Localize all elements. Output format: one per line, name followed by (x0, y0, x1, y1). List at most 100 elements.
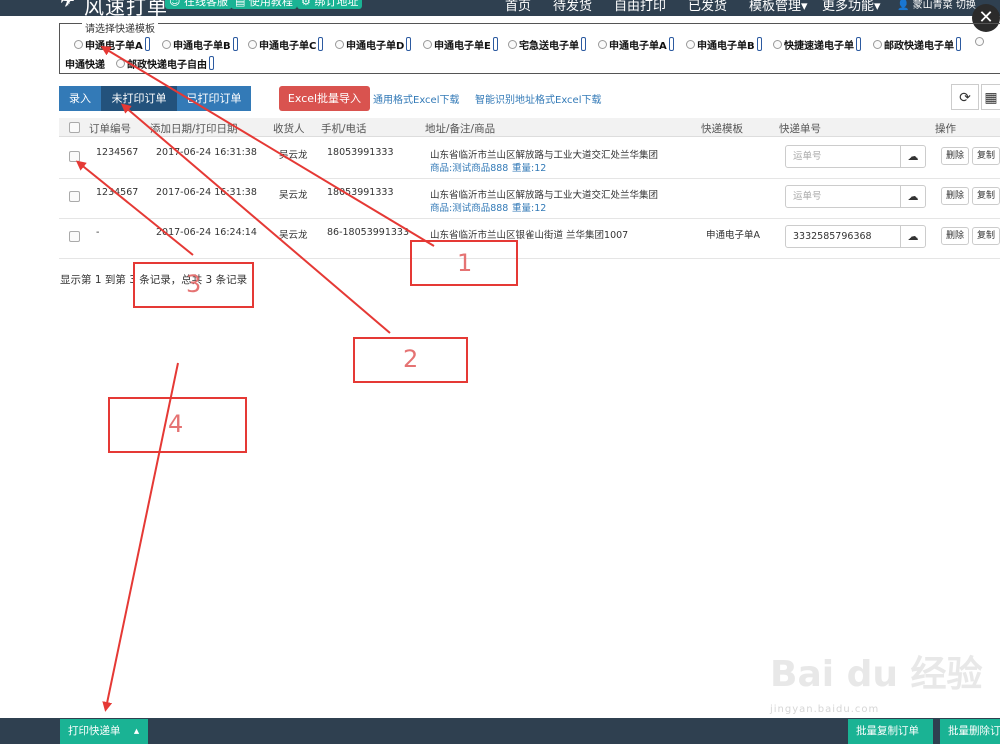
address: 山东省临沂市兰山区银雀山街道 兰华集团1007 (430, 230, 629, 241)
order-no: - (96, 227, 100, 238)
online-support-button[interactable]: ☺ 在线客服 (165, 0, 232, 9)
template-option-sto-c[interactable]: 申通电子单C (248, 37, 324, 52)
delete-button[interactable]: 删除 (941, 187, 970, 205)
template-option-sto-d[interactable]: 申通电子单D (335, 37, 412, 52)
goods: 商品:测试商品888 (430, 203, 509, 214)
template-option-zjs[interactable]: 宅急送电子单 (508, 37, 586, 52)
radio-icon[interactable] (248, 40, 257, 49)
copy-button[interactable]: 复制 (972, 227, 1000, 245)
radio-icon[interactable] (116, 59, 125, 68)
order-date: 2017-06-24 16:31:38 (156, 187, 257, 198)
template-option-ems-free[interactable]: 邮政快递电子自由 (116, 56, 214, 71)
tracking-number-input[interactable] (785, 145, 901, 168)
delete-button[interactable]: 删除 (941, 147, 970, 165)
radio-icon[interactable] (686, 40, 695, 49)
tab-printed[interactable]: 已打印订单 (177, 86, 251, 111)
order-date: 2017-06-24 16:24:14 (156, 227, 257, 238)
address: 山东省临沂市兰山区解放路与工业大道交汇处兰华集团 (430, 150, 659, 161)
annotation-number-1: 1 (457, 249, 473, 277)
cloud-fetch-icon[interactable]: ☁ (900, 185, 926, 208)
receiver: 吴云龙 (279, 150, 308, 161)
template-option-fast[interactable]: 快捷速递电子单 (773, 37, 861, 52)
tab-enter[interactable]: 录入 (59, 86, 101, 111)
user-menu[interactable]: 👤 蒙山青菜 切换 (897, 0, 976, 11)
order-no: 1234567 (96, 187, 139, 198)
radio-icon[interactable] (423, 40, 432, 49)
template-option-sto-b[interactable]: 申通电子单B (162, 37, 238, 52)
template-option-sto-express-label[interactable]: 申通快递 (65, 56, 105, 71)
select-all-checkbox[interactable] (69, 122, 80, 133)
weight: 重量:12 (512, 203, 547, 214)
smart-excel-template-link[interactable]: 智能识别地址格式Excel下载 (475, 91, 602, 106)
phone: 18053991333 (327, 187, 394, 198)
tracking-number-input[interactable] (785, 185, 901, 208)
col-date: 添加日期/打印日期 (150, 123, 238, 135)
nav-shipped[interactable]: 已发货 (688, 0, 727, 14)
refresh-icon[interactable]: ⟳ (951, 84, 979, 110)
address: 山东省临沂市兰山区解放路与工业大道交汇处兰华集团 (430, 190, 659, 201)
print-waybill-button[interactable]: 打印快递单 ▴ (60, 719, 148, 744)
bracket-icon (492, 37, 498, 51)
delete-button[interactable]: 删除 (941, 227, 970, 245)
excel-import-button[interactable]: Excel批量导入 (279, 86, 370, 111)
nav-free-print[interactable]: 自由打印 (614, 0, 666, 14)
weight: 重量:12 (512, 163, 547, 174)
cloud-fetch-icon[interactable]: ☁ (900, 225, 926, 248)
row-checkbox[interactable] (69, 151, 80, 162)
nav-home[interactable]: 首页 (505, 0, 531, 14)
arrow-3 (75, 160, 194, 256)
row-checkbox[interactable] (69, 191, 80, 202)
col-receiver: 收货人 (273, 123, 305, 135)
row-divider (59, 258, 1000, 259)
template-option-sto-e[interactable]: 申通电子单E (423, 37, 498, 52)
logo-icon: ✈ (60, 0, 76, 12)
bind-address-button[interactable]: ⚙ 绑订地址 (297, 0, 363, 9)
receiver: 吴云龙 (279, 190, 308, 201)
template: 申通电子单A (706, 230, 760, 241)
radio-icon[interactable] (162, 40, 171, 49)
order-no: 1234567 (96, 147, 139, 158)
radio-icon[interactable] (773, 40, 782, 49)
row-checkbox[interactable] (69, 231, 80, 242)
annotation-number-2: 2 (403, 345, 419, 373)
cloud-fetch-icon[interactable]: ☁ (900, 145, 926, 168)
nav-more[interactable]: 更多功能▾ (822, 0, 881, 14)
template-option-ems[interactable]: 邮政快递电子单 (873, 37, 961, 52)
excel-template-link[interactable]: 通用格式Excel下载 (373, 91, 460, 106)
nav-template-manage[interactable]: 模板管理▾ (749, 0, 808, 14)
template-legend: 请选择快递模板 (82, 20, 158, 35)
nav-pending[interactable]: 待发货 (553, 0, 592, 14)
copy-button[interactable]: 复制 (972, 187, 1000, 205)
template-option-sto-a-2[interactable]: 申通电子单A (598, 37, 674, 52)
copy-button[interactable]: 复制 (972, 147, 1000, 165)
batch-delete-button[interactable]: 批量删除订单 (940, 719, 1000, 744)
batch-copy-button[interactable]: 批量复制订单 (848, 719, 933, 744)
col-phone: 手机/电话 (321, 123, 367, 135)
baidu-watermark-logo: Bai du 经验 (770, 654, 983, 695)
bracket-icon (756, 37, 762, 51)
radio-icon[interactable] (598, 40, 607, 49)
radio-icon[interactable] (508, 40, 517, 49)
bracket-icon (856, 37, 861, 51)
top-header: ✈ 风速打单 ☺ 在线客服 ▤ 使用教程 ⚙ 绑订地址 首页 待发货 自由打印 … (0, 0, 1000, 16)
radio-icon[interactable] (74, 40, 83, 49)
bracket-icon (232, 37, 238, 51)
row-divider (59, 218, 1000, 219)
receiver: 吴云龙 (279, 230, 308, 241)
radio-icon[interactable] (975, 37, 984, 46)
tutorial-button[interactable]: ▤ 使用教程 (231, 0, 297, 9)
annotation-arrows (75, 45, 435, 712)
tracking-number-input[interactable] (785, 225, 901, 248)
bracket-icon (668, 37, 674, 51)
col-template: 快递模板 (701, 123, 743, 135)
tab-unprinted[interactable]: 未打印订单 (101, 86, 177, 111)
template-option-sto-a[interactable]: 申通电子单A (74, 37, 150, 52)
template-option-sto-express[interactable] (975, 37, 986, 49)
bracket-icon (144, 37, 150, 51)
template-option-sto-b-2[interactable]: 申通电子单B (686, 37, 762, 52)
grid-icon[interactable]: ▦ (981, 84, 1000, 110)
radio-icon[interactable] (335, 40, 344, 49)
radio-icon[interactable] (873, 40, 882, 49)
col-actions: 操作 (935, 123, 956, 135)
bracket-icon (209, 56, 214, 70)
